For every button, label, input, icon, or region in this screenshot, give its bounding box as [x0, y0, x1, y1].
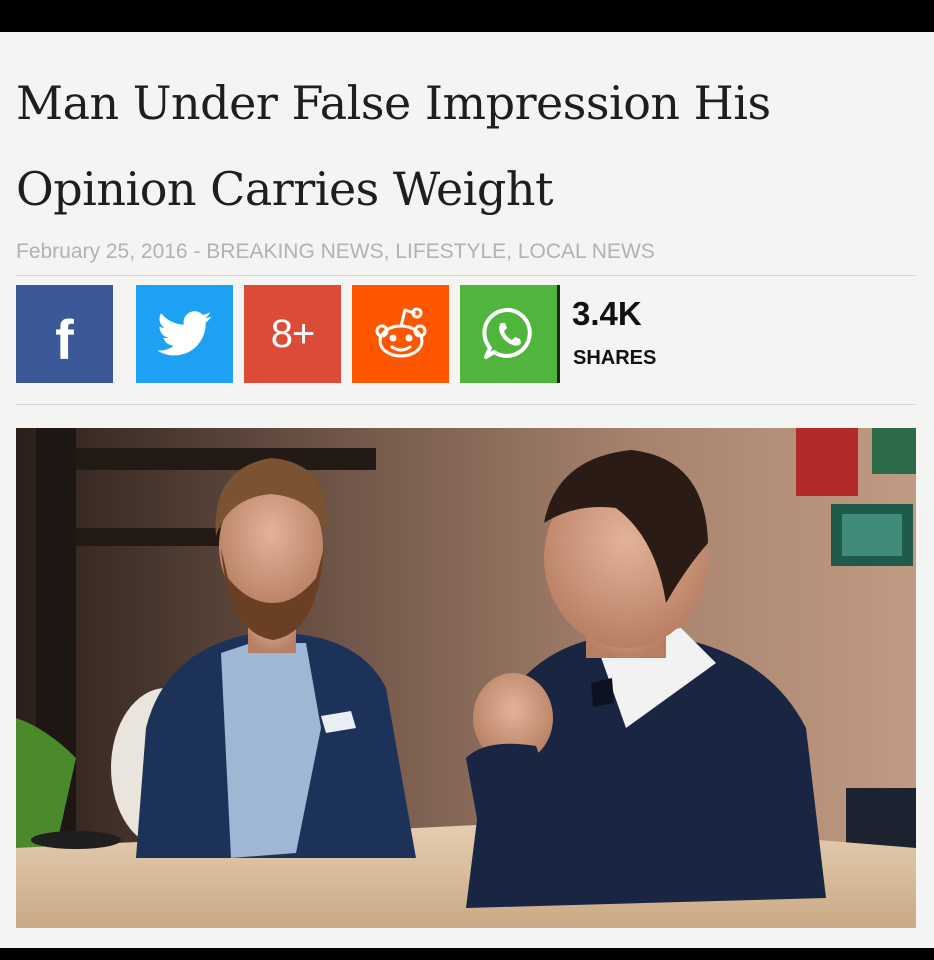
share-count: 3.4K	[572, 295, 642, 332]
article-meta: February 25, 2016 - BREAKING NEWS, LIFES…	[16, 240, 655, 263]
google-plus-share-button[interactable]: 8+	[244, 285, 341, 383]
reddit-share-button[interactable]	[352, 285, 449, 383]
google-plus-icon: 8+	[270, 311, 316, 356]
whatsapp-share-button[interactable]	[460, 285, 557, 383]
article-photo	[16, 428, 916, 928]
screenshot: Man Under False Impression His Opinion C…	[0, 0, 934, 960]
share-count-label: SHARES	[573, 347, 657, 369]
twitter-bird-icon	[156, 311, 211, 356]
divider-top	[16, 275, 916, 276]
photo-illustration	[16, 428, 916, 928]
divider-bottom	[16, 404, 916, 405]
article-headline[interactable]: Man Under False Impression His Opinion C…	[16, 60, 906, 232]
reddit-alien-icon	[375, 307, 426, 358]
article-card: Man Under False Impression His Opinion C…	[0, 32, 934, 948]
facebook-icon: f	[55, 307, 74, 371]
whatsapp-icon	[481, 307, 532, 359]
facebook-share-button[interactable]: f	[16, 285, 113, 383]
twitter-share-button[interactable]	[136, 285, 233, 383]
shares-divider	[557, 285, 560, 383]
